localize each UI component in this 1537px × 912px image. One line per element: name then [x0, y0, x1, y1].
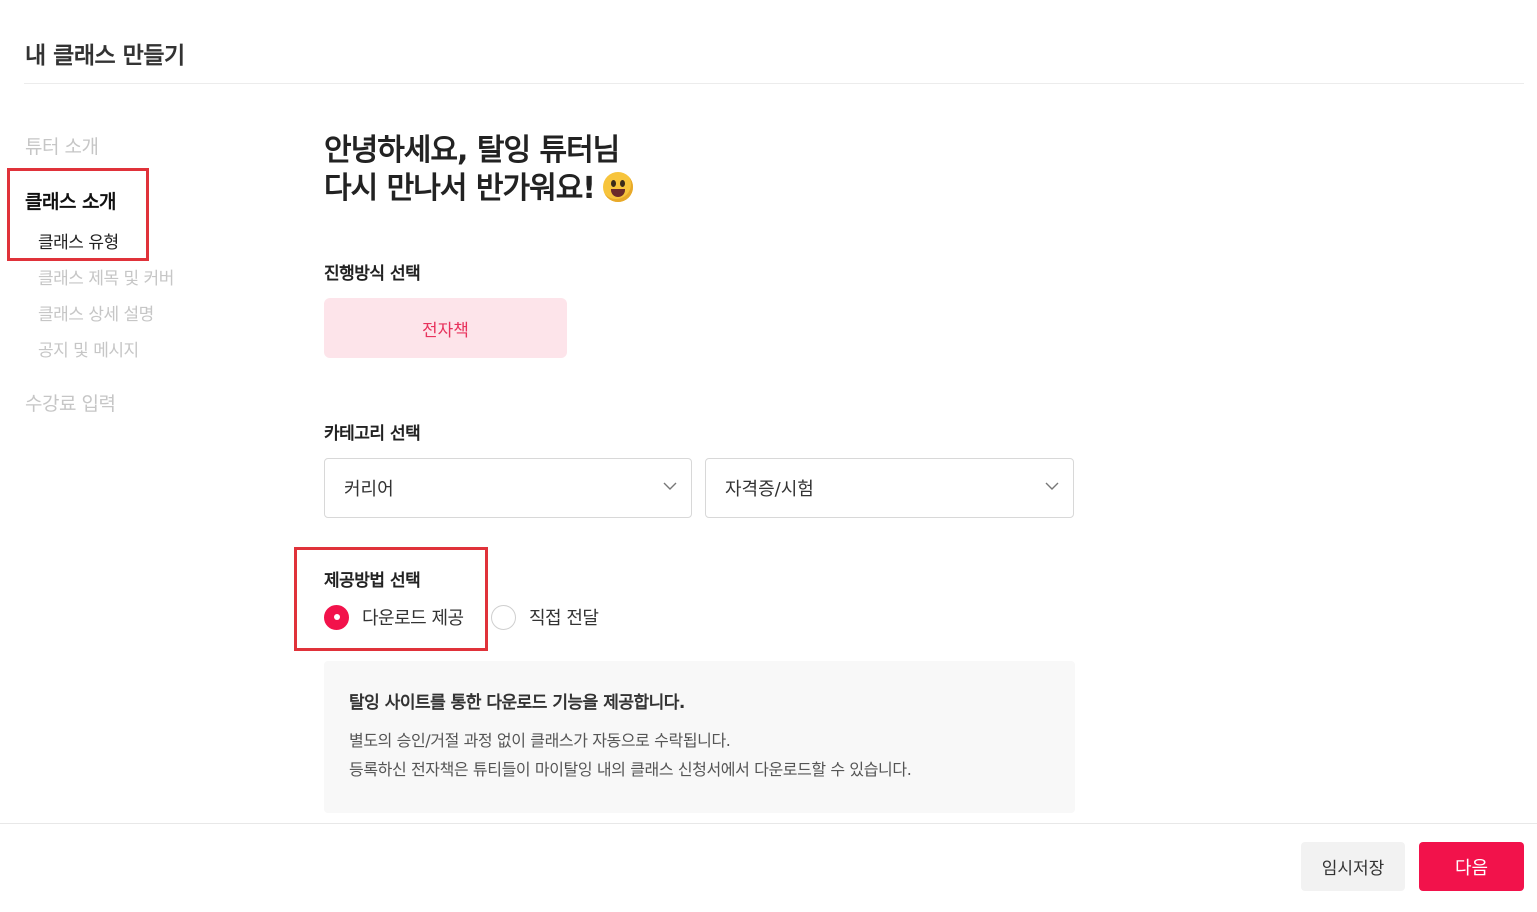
category-primary-value: 커리어	[344, 479, 394, 500]
method-ebook-button[interactable]: 전자책	[324, 298, 567, 358]
delivery-info-box: 탈잉 사이트를 통한 다운로드 기능을 제공합니다. 별도의 승인/거절 과정 …	[324, 661, 1075, 813]
highlight-box-delivery	[294, 547, 488, 651]
chevron-down-icon	[663, 482, 677, 490]
info-line-2: 등록하신 전자책은 튜티들이 마이탈잉 내의 클래스 신청서에서 다운로드할 수…	[349, 760, 912, 779]
radio-button-unselected[interactable]	[491, 604, 516, 630]
greeting-line-2-text: 다시 만나서 반가워요!	[324, 171, 596, 206]
greeting-heading: 안녕하세요, 탈잉 튜터님 다시 만나서 반가워요!	[324, 132, 633, 208]
info-line-1: 별도의 승인/거절 과정 없이 클래스가 자동으로 수락됩니다.	[349, 731, 731, 750]
sidebar-item-class-title-cover[interactable]: 클래스 제목 및 커버	[38, 264, 174, 289]
category-secondary-value: 자격증/시험	[725, 479, 814, 500]
sidebar-item-tutor-intro[interactable]: 튜터 소개	[25, 132, 99, 159]
greeting-line-1: 안녕하세요, 탈잉 튜터님	[324, 133, 620, 168]
sidebar-item-class-detail[interactable]: 클래스 상세 설명	[38, 300, 154, 325]
footer-divider	[0, 823, 1537, 824]
chevron-down-icon	[1045, 482, 1059, 490]
progress-method-label: 진행방식 선택	[324, 264, 421, 284]
grinning-face-emoji-icon	[602, 172, 633, 202]
radio-direct[interactable]: 직접 전달	[491, 604, 599, 630]
category-secondary-select[interactable]: 자격증/시험	[705, 458, 1074, 518]
page-title: 내 클래스 만들기	[25, 43, 185, 69]
header-divider	[24, 83, 1524, 84]
save-draft-button[interactable]: 임시저장	[1301, 842, 1405, 891]
category-primary-select[interactable]: 커리어	[324, 458, 692, 518]
category-label: 카테고리 선택	[324, 424, 421, 444]
greeting-line-2: 다시 만나서 반가워요!	[324, 170, 633, 208]
next-button[interactable]: 다음	[1419, 842, 1524, 891]
radio-direct-label: 직접 전달	[529, 608, 599, 629]
info-title: 탈잉 사이트를 통한 다운로드 기능을 제공합니다.	[349, 693, 685, 713]
sidebar-item-fee-input[interactable]: 수강료 입력	[25, 389, 116, 416]
highlight-box-sidebar	[7, 168, 149, 261]
sidebar-item-notice-message[interactable]: 공지 및 메시지	[38, 336, 139, 361]
